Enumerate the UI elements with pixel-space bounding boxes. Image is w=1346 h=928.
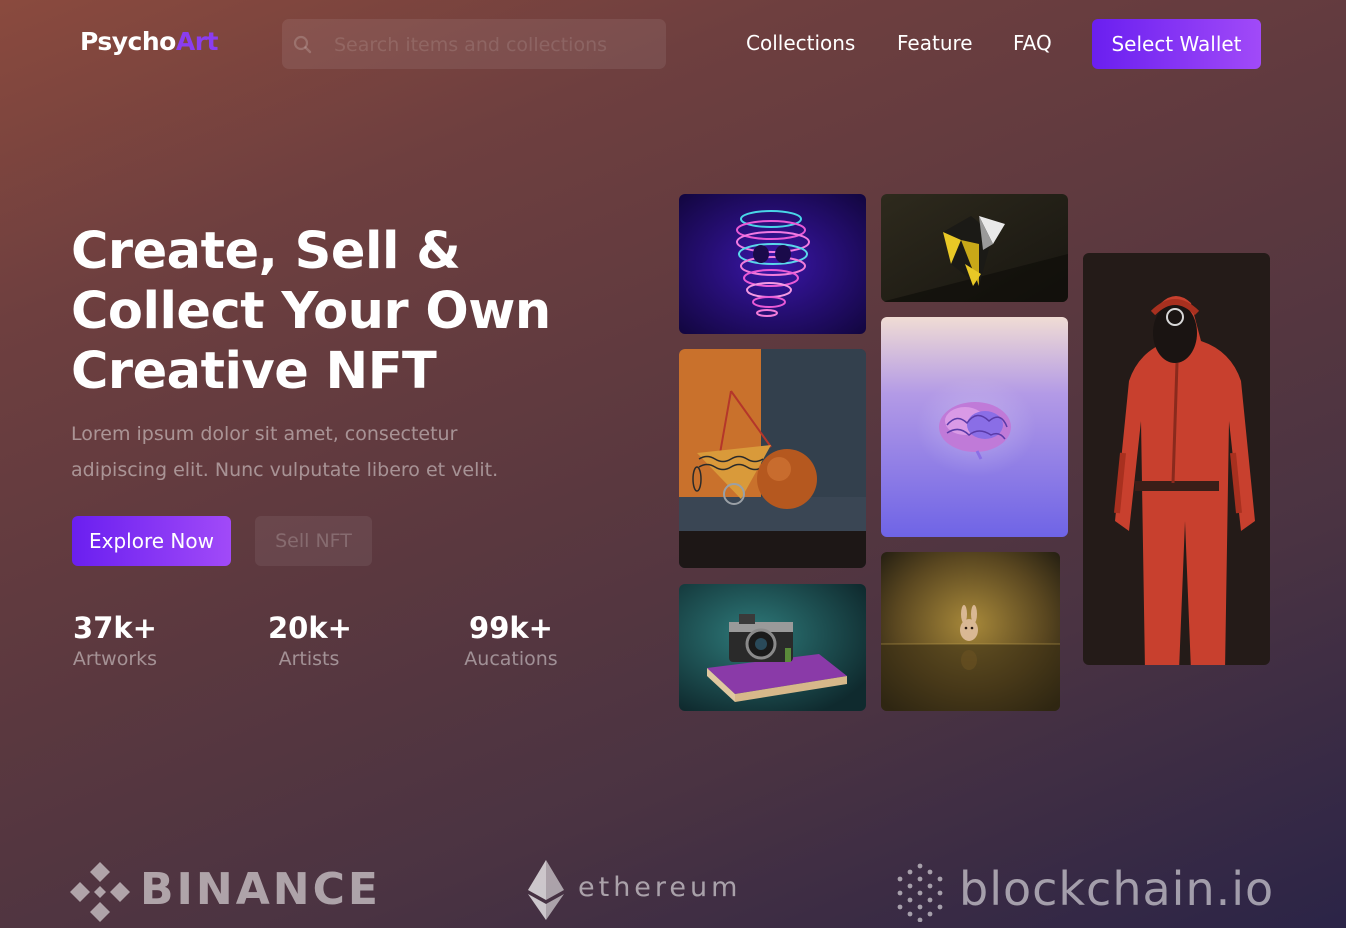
red-jumpsuit-figure-art[interactable]: [1083, 253, 1270, 665]
binance-logo-icon: [70, 862, 130, 922]
stat-artists: 20k+ Artists: [268, 610, 352, 670]
ethereum-logo-icon: [528, 860, 564, 920]
nav-link-faq[interactable]: FAQ: [1013, 31, 1052, 55]
partner-binance: BINANCE: [70, 860, 380, 922]
stat-value: 20k+: [268, 611, 352, 645]
hero-subtitle-line: adipiscing elit. Nunc vulputate libero e…: [71, 459, 499, 481]
glowing-brain-art[interactable]: [881, 317, 1068, 537]
hero-subtitle: Lorem ipsum dolor sit amet, consectetur …: [71, 416, 591, 488]
partner-blockchain: blockchain.io: [893, 860, 1273, 922]
neon-wire-skull-art[interactable]: [679, 194, 866, 334]
nav-link-collections[interactable]: Collections: [746, 31, 855, 55]
stat-value: 37k+: [73, 611, 157, 645]
logo-text-accent: Art: [175, 27, 219, 56]
hero-subtitle-line: Lorem ipsum dolor sit amet, consectetur: [71, 423, 458, 445]
stat-label: Aucations: [464, 648, 558, 670]
geometric-yellow-black-art[interactable]: [881, 194, 1068, 302]
search-bar[interactable]: [282, 19, 666, 71]
search-input[interactable]: [332, 19, 656, 71]
stat-label: Artists: [278, 648, 340, 670]
logo-text-main: Psycho: [80, 27, 176, 56]
logo[interactable]: PsychoArt: [80, 27, 219, 56]
hero-title-line: Creative NFT: [71, 342, 437, 401]
explore-now-button[interactable]: Explore Now: [72, 516, 231, 566]
blockchain-logo-icon: [897, 863, 943, 922]
select-wallet-button[interactable]: Select Wallet: [1092, 19, 1261, 69]
hero-title: Create, Sell & Collect Your Own Creative…: [71, 222, 591, 402]
partner-name: ethereum: [578, 872, 742, 903]
hero-title-line: Collect Your Own: [71, 282, 551, 341]
sell-nft-button[interactable]: Sell NFT: [255, 516, 372, 566]
nav-link-feature[interactable]: Feature: [897, 31, 973, 55]
partner-ethereum: ethereum: [526, 860, 737, 922]
partner-name: BINANCE: [140, 864, 381, 915]
partner-name: blockchain.io: [959, 862, 1275, 916]
stat-value: 99k+: [469, 611, 553, 645]
tiny-bunny-figurine-art[interactable]: [881, 552, 1060, 711]
vintage-camera-on-book-art[interactable]: [679, 584, 866, 711]
hero-title-line: Create, Sell &: [71, 222, 461, 281]
abstract-room-sphere-art[interactable]: [679, 349, 866, 568]
stat-artworks: 37k+ Artworks: [72, 610, 158, 670]
search-icon: [293, 35, 312, 54]
stat-auctions: 99k+ Aucations: [460, 610, 562, 670]
stat-label: Artworks: [72, 648, 158, 670]
